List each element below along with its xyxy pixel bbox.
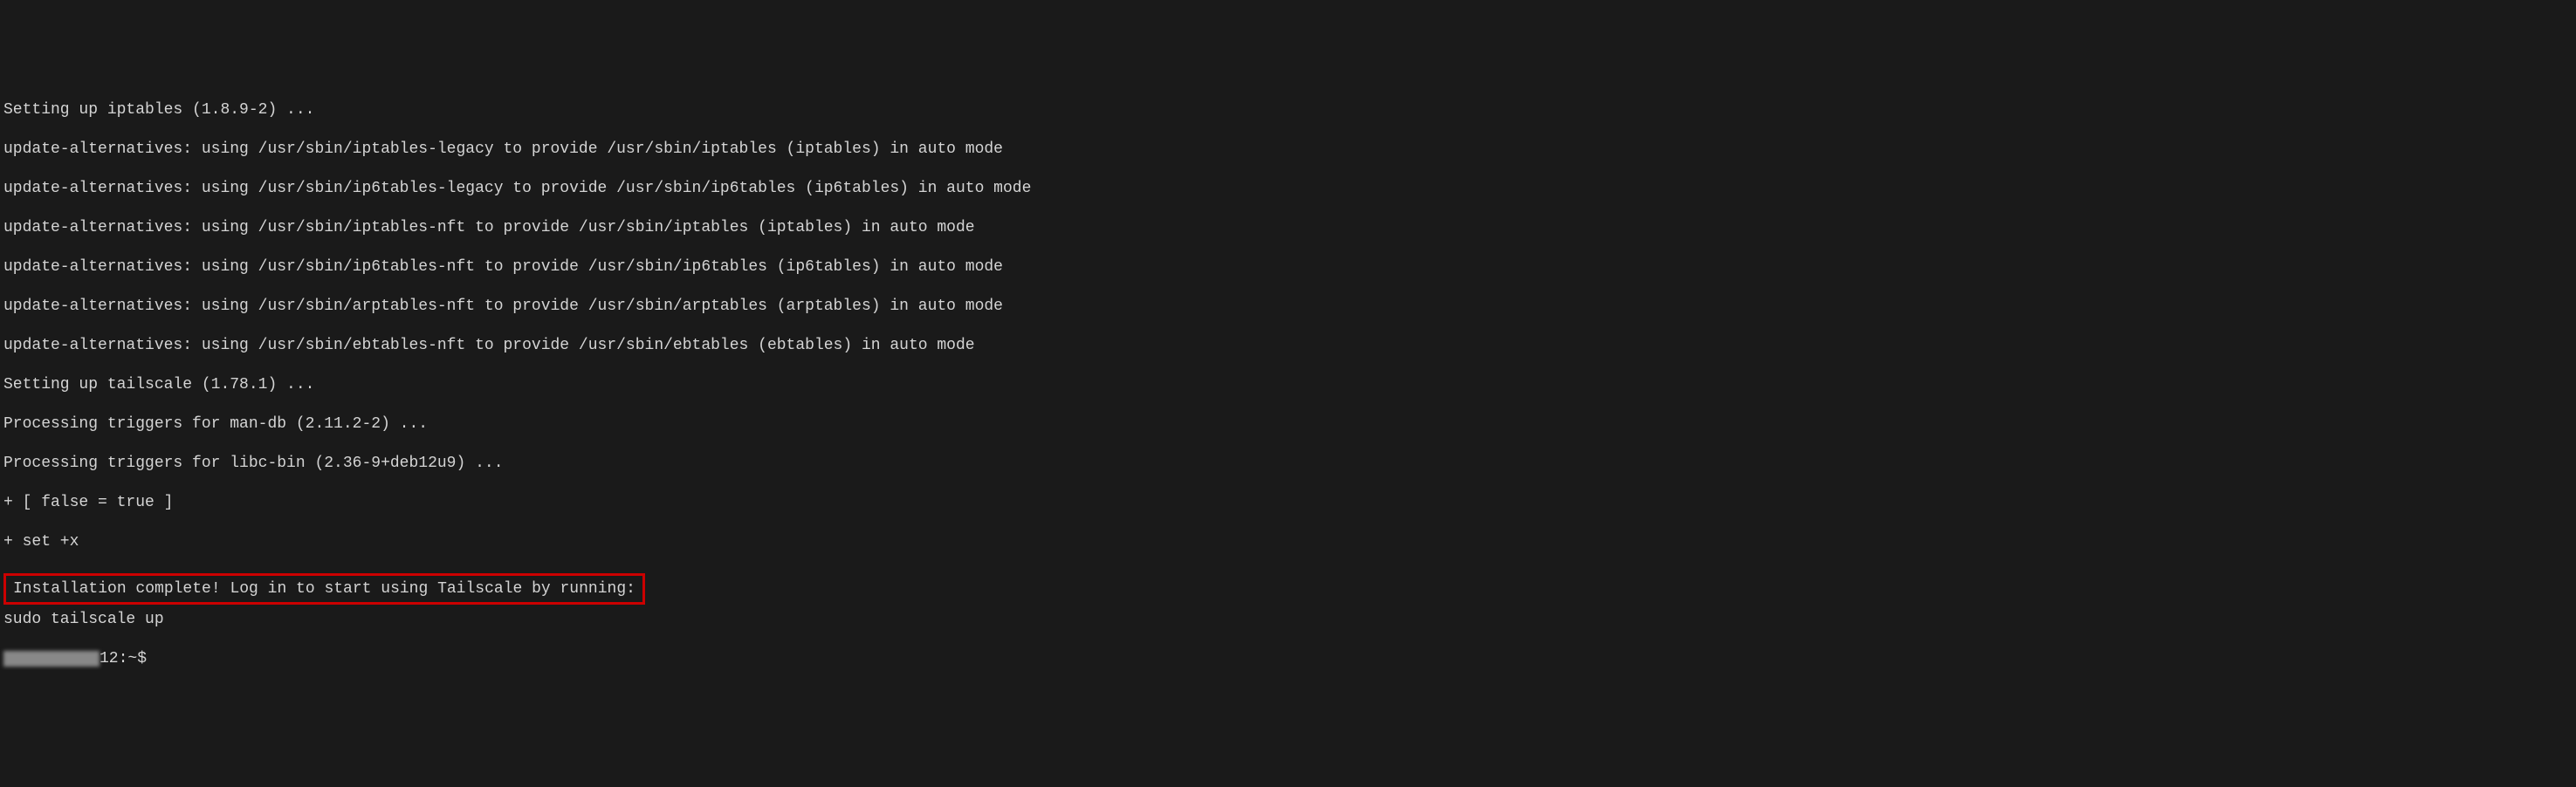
output-line: Processing triggers for libc-bin (2.36-9… [3, 454, 2573, 474]
output-line: update-alternatives: using /usr/sbin/ebt… [3, 336, 2573, 356]
output-line: update-alternatives: using /usr/sbin/ipt… [3, 140, 2573, 160]
output-line: Setting up tailscale (1.78.1) ... [3, 375, 2573, 395]
highlighted-message: Installation complete! Log in to start u… [3, 573, 645, 606]
install-complete-text: Installation complete! Log in to start u… [13, 580, 635, 598]
output-line: update-alternatives: using /usr/sbin/ipt… [3, 218, 2573, 238]
output-line: Setting up iptables (1.8.9-2) ... [3, 100, 2573, 120]
output-line: + [ false = true ] [3, 493, 2573, 513]
output-line: update-alternatives: using /usr/sbin/arp… [3, 297, 2573, 317]
redacted-hostname [3, 651, 100, 667]
output-line: update-alternatives: using /usr/sbin/ip6… [3, 179, 2573, 199]
prompt-suffix: 12:~$ [100, 649, 147, 669]
output-line: update-alternatives: using /usr/sbin/ip6… [3, 257, 2573, 277]
output-line: + set +x [3, 532, 2573, 552]
terminal-output[interactable]: Setting up iptables (1.8.9-2) ... update… [3, 80, 2573, 688]
shell-prompt[interactable]: 12:~$ [3, 649, 2573, 669]
output-line: Processing triggers for man-db (2.11.2-2… [3, 414, 2573, 435]
command-line: sudo tailscale up [3, 610, 2573, 630]
